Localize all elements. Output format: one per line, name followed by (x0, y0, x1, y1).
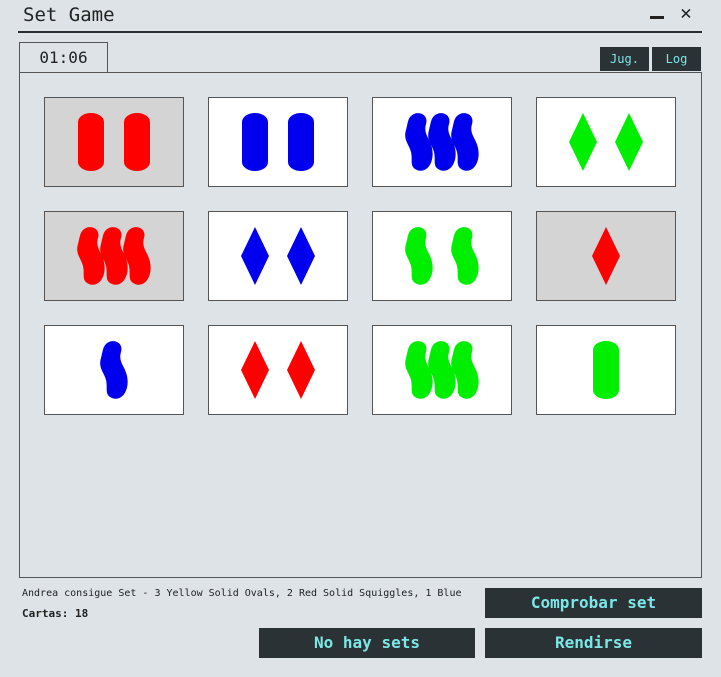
squiggle-symbol (100, 341, 128, 399)
squiggle-symbol (451, 227, 479, 285)
oval-symbol (78, 113, 104, 171)
card-symbols (405, 341, 479, 399)
diamond-symbol (241, 227, 269, 285)
oval-symbol (124, 113, 150, 171)
squiggle-symbol (451, 113, 479, 171)
set-card[interactable] (208, 211, 348, 301)
squiggle-symbol (405, 227, 433, 285)
surrender-button[interactable]: Rendirse (485, 628, 702, 658)
set-card[interactable] (44, 211, 184, 301)
diamond-symbol (241, 341, 269, 399)
timer: 01:06 (19, 42, 108, 72)
diamond-symbol (287, 341, 315, 399)
card-symbols (78, 113, 150, 171)
card-symbols (241, 341, 315, 399)
card-symbols (241, 227, 315, 285)
window-title: Set Game (23, 4, 115, 26)
close-icon[interactable]: ✕ (676, 3, 696, 23)
minimize-icon[interactable] (648, 3, 668, 23)
card-symbols (405, 113, 479, 171)
squiggle-symbol (405, 113, 433, 171)
diamond-symbol (287, 227, 315, 285)
set-card[interactable] (44, 97, 184, 187)
diamond-symbol (569, 113, 597, 171)
diamond-symbol (592, 227, 620, 285)
oval-symbol (242, 113, 268, 171)
card-symbols (405, 227, 479, 285)
no-sets-button[interactable]: No hay sets (259, 628, 475, 658)
card-symbols (569, 113, 643, 171)
set-card[interactable] (208, 325, 348, 415)
cards-remaining: Cartas: 18 (22, 607, 89, 620)
tab-players[interactable]: Jug. (600, 47, 649, 71)
squiggle-symbol (405, 341, 433, 399)
set-card[interactable] (44, 325, 184, 415)
card-symbols (593, 341, 619, 399)
card-symbols (100, 341, 128, 399)
squiggle-symbol (451, 341, 479, 399)
card-symbols (77, 227, 151, 285)
card-symbols (242, 113, 314, 171)
squiggle-symbol (77, 227, 105, 285)
oval-symbol (593, 341, 619, 399)
status-message: Andrea consigue Set - 3 Yellow Solid Ova… (22, 588, 462, 599)
set-card[interactable] (536, 211, 676, 301)
set-card[interactable] (208, 97, 348, 187)
set-card[interactable] (536, 325, 676, 415)
card-symbols (592, 227, 620, 285)
set-card[interactable] (372, 325, 512, 415)
check-set-button[interactable]: Comprobar set (485, 588, 702, 618)
card-board (19, 72, 702, 578)
set-card[interactable] (372, 97, 512, 187)
set-card[interactable] (536, 97, 676, 187)
tab-log[interactable]: Log (652, 47, 701, 71)
squiggle-symbol (100, 227, 128, 285)
squiggle-symbol (428, 113, 456, 171)
set-card[interactable] (372, 211, 512, 301)
squiggle-symbol (428, 341, 456, 399)
oval-symbol (288, 113, 314, 171)
diamond-symbol (615, 113, 643, 171)
squiggle-symbol (123, 227, 151, 285)
title-bar: Set Game ✕ (18, 0, 702, 33)
